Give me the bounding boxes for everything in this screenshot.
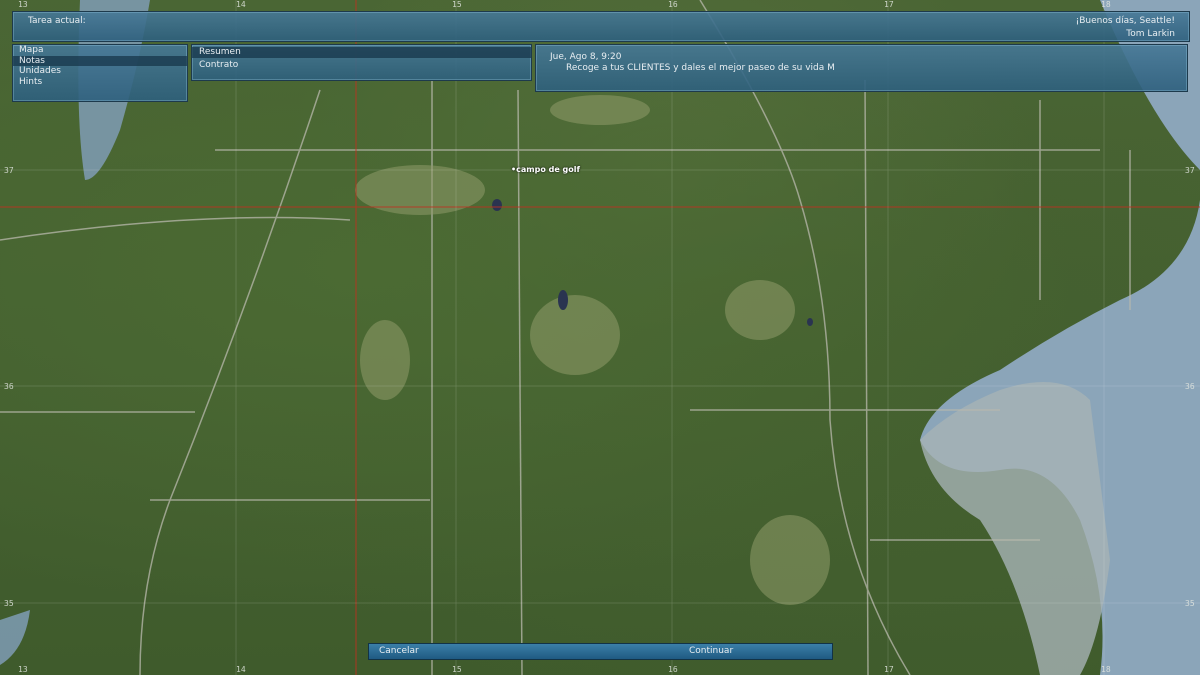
current-task-label: Tarea actual: bbox=[28, 16, 86, 26]
grid-label-y: 36 bbox=[1185, 382, 1195, 391]
cancel-button[interactable]: Cancelar bbox=[379, 646, 419, 656]
grid-label-y: 37 bbox=[1185, 166, 1195, 175]
menu-item-mapa[interactable]: Mapa bbox=[13, 45, 187, 56]
greeting-text: ¡Buenos días, Seattle! bbox=[1075, 16, 1175, 26]
grid-label-x: 17 bbox=[884, 665, 894, 674]
grid-label-x: 13 bbox=[18, 0, 28, 9]
briefing-panel: Jue, Ago 8, 9:20 Recoge a tus CLIENTES y… bbox=[535, 44, 1188, 92]
grid-label-x: 15 bbox=[452, 665, 462, 674]
menu-item-hints[interactable]: Hints bbox=[13, 77, 187, 88]
grid-label-x: 14 bbox=[236, 665, 246, 674]
user-name: Tom Larkin bbox=[1126, 29, 1175, 39]
briefing-date: Jue, Ago 8, 9:20 bbox=[550, 52, 622, 62]
lake-southwest bbox=[0, 610, 30, 665]
clearings bbox=[355, 95, 830, 605]
main-menu: Mapa Notas Unidades Hints bbox=[12, 44, 188, 102]
grid-label-x: 18 bbox=[1101, 0, 1111, 9]
grid-label-y: 36 bbox=[4, 382, 14, 391]
grid-label-x: 16 bbox=[668, 665, 678, 674]
bottom-action-bar: Cancelar Continuar bbox=[368, 643, 833, 660]
submenu-item-resumen[interactable]: Resumen bbox=[192, 47, 531, 58]
grid-label-x: 14 bbox=[236, 0, 246, 9]
grid-label-y: 37 bbox=[4, 166, 14, 175]
submenu-item-contrato[interactable]: Contrato bbox=[192, 60, 531, 71]
grid-label-x: 16 bbox=[668, 0, 678, 9]
grid-label-y: 35 bbox=[4, 599, 14, 608]
menu-item-notas[interactable]: Notas bbox=[13, 55, 187, 66]
notes-submenu: Resumen Contrato bbox=[191, 44, 532, 81]
grid-label-y: 35 bbox=[1185, 599, 1195, 608]
grid-label-x: 18 bbox=[1101, 665, 1111, 674]
continue-button[interactable]: Continuar bbox=[689, 646, 733, 656]
grid-label-x: 15 bbox=[452, 0, 462, 9]
menu-item-unidades[interactable]: Unidades bbox=[13, 66, 187, 77]
map-place-label[interactable]: •campo de golf bbox=[511, 165, 580, 174]
top-status-bar: Tarea actual: ¡Buenos días, Seattle! Tom… bbox=[12, 11, 1190, 42]
grid-label-x: 17 bbox=[884, 0, 894, 9]
grid-label-x: 13 bbox=[18, 665, 28, 674]
tidal-flat bbox=[920, 382, 1110, 675]
briefing-text: Recoge a tus CLIENTES y dales el mejor p… bbox=[566, 63, 835, 73]
